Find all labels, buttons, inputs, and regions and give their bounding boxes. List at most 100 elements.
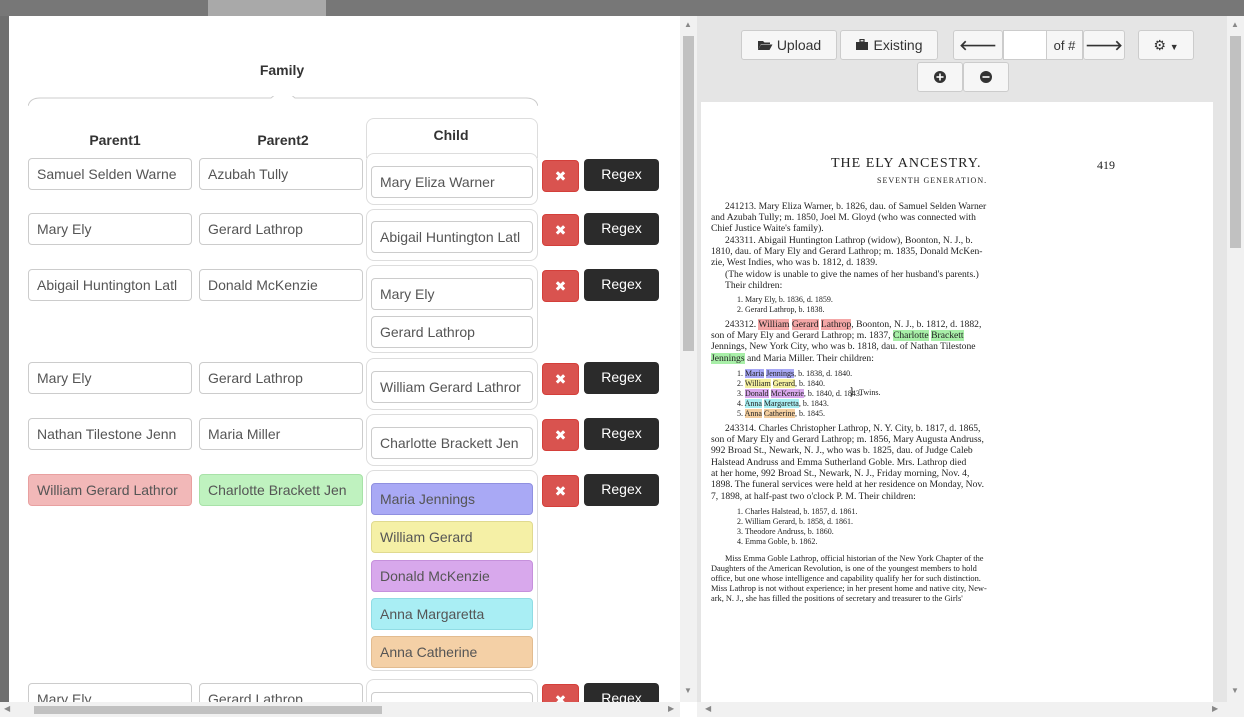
parent1-field[interactable]: Nathan Tilestone Jenn xyxy=(28,418,192,450)
child-field[interactable]: Anna Catherine xyxy=(371,636,533,668)
scroll-down-icon[interactable]: ▼ xyxy=(1231,686,1239,695)
folder-open-icon xyxy=(757,41,773,50)
settings-dropdown[interactable]: ⚙ ▼ xyxy=(1138,30,1194,60)
regex-button[interactable]: Regex xyxy=(584,418,659,450)
doc-line: 1898. The funeral services were held at … xyxy=(711,479,984,490)
delete-row-button[interactable]: ✖ xyxy=(542,363,579,395)
child-group: Charlotte Brackett Jen xyxy=(366,414,538,466)
scroll-right-icon[interactable]: ▶ xyxy=(1212,704,1218,713)
top-tab-strip xyxy=(0,0,1244,16)
delete-row-button[interactable]: ✖ xyxy=(542,270,579,302)
child-field[interactable]: Gerard Lathrop xyxy=(371,316,533,348)
active-tab[interactable] xyxy=(208,0,326,16)
scroll-thumb[interactable] xyxy=(34,706,382,714)
doc-line: Their children: xyxy=(725,280,783,291)
next-page-button[interactable]: 🡒 xyxy=(1083,30,1125,60)
scroll-up-icon[interactable]: ▲ xyxy=(684,20,692,29)
doc-line: 1810, dau. of Mary Ely and Gerard Lathro… xyxy=(711,246,983,257)
horizontal-scrollbar[interactable]: ◀ ▶ xyxy=(0,702,680,717)
page-count-addon: of # xyxy=(1047,30,1083,60)
scroll-right-icon[interactable]: ▶ xyxy=(668,704,674,713)
regex-button[interactable]: Regex xyxy=(584,213,659,245)
zoom-out-button[interactable] xyxy=(963,62,1009,92)
scroll-thumb[interactable] xyxy=(683,36,694,351)
parent2-field[interactable]: Azubah Tully xyxy=(199,158,363,190)
viewer-vertical-scrollbar[interactable]: ▲ ▼ xyxy=(1227,16,1244,702)
parent2-field[interactable]: Gerard Lathrop xyxy=(199,683,363,702)
child-field[interactable]: Mary Ely xyxy=(371,278,533,310)
delete-row-button[interactable]: ✖ xyxy=(542,214,579,246)
scroll-left-icon[interactable]: ◀ xyxy=(4,704,10,713)
delete-row-button[interactable]: ✖ xyxy=(542,160,579,192)
child-group: Abigail Huntington Latl xyxy=(366,209,538,261)
regex-button[interactable]: Regex xyxy=(584,474,659,506)
doc-line: 3. Theodore Andruss, b. 1860. xyxy=(737,527,834,536)
prev-page-button[interactable]: 🡐 xyxy=(953,30,1003,60)
zoom-in-button[interactable] xyxy=(917,62,963,92)
child-field[interactable]: William Gerard Lathror xyxy=(371,371,533,403)
doc-line: 243314. Charles Christopher Lathrop, N. … xyxy=(725,423,981,434)
regex-button[interactable]: Regex xyxy=(584,362,659,394)
doc-line: Miss Emma Goble Lathrop, official histor… xyxy=(725,554,984,563)
scroll-up-icon[interactable]: ▲ xyxy=(1231,20,1239,29)
doc-line: son of Mary Ely and Gerard Lathrop; m. 1… xyxy=(711,434,984,445)
scroll-thumb[interactable] xyxy=(1230,36,1241,248)
delete-row-button[interactable]: ✖ xyxy=(542,475,579,507)
parent2-field[interactable]: Charlotte Brackett Jen xyxy=(199,474,363,506)
child-field[interactable]: Charlotte Brackett Jen xyxy=(371,427,533,459)
child-field[interactable]: Mary Eliza Warner xyxy=(371,166,533,198)
doc-line: 1. Charles Halstead, b. 1857, d. 1861. xyxy=(737,507,858,516)
doc-line: 2. Gerard Lathrop, b. 1838. xyxy=(737,305,825,314)
document-page: THE ELY ANCESTRY. 419 SEVENTH GENERATION… xyxy=(701,102,1213,702)
parent1-field[interactable]: Mary Ely xyxy=(28,362,192,394)
delete-row-button[interactable]: ✖ xyxy=(542,684,579,702)
panel-edge xyxy=(0,16,9,702)
child-field[interactable]: Maria Jennings xyxy=(371,483,533,515)
upload-label: Upload xyxy=(776,37,822,53)
child-field[interactable]: Abigail Huntington Latl xyxy=(371,221,533,253)
parent1-field[interactable]: Samuel Selden Warne xyxy=(28,158,192,190)
parent1-field[interactable]: Mary Ely xyxy=(28,213,192,245)
doc-line-highlighted: son of Mary Ely and Gerard Lathrop; m. 1… xyxy=(711,330,964,341)
parent2-field[interactable]: Gerard Lathrop xyxy=(199,213,363,245)
doc-line: office, but one whose intelligence and c… xyxy=(711,574,981,583)
child-field[interactable]: Anna Margaretta xyxy=(371,598,533,630)
scroll-left-icon[interactable]: ◀ xyxy=(705,704,711,713)
arrow-left-icon: 🡐 xyxy=(959,37,997,53)
doc-line: 2. William Gerard, b. 1858, d. 1861. xyxy=(737,517,853,526)
scroll-down-icon[interactable]: ▼ xyxy=(684,686,692,695)
parent2-field[interactable]: Gerard Lathrop xyxy=(199,362,363,394)
plus-circle-icon xyxy=(934,71,946,83)
family-title: Family xyxy=(259,62,305,78)
doc-line: zie, West Indies, who was b. 1812, d. 18… xyxy=(711,257,878,268)
doc-line: 4. Emma Goble, b. 1862. xyxy=(737,537,818,546)
vertical-scrollbar[interactable]: ▲ ▼ xyxy=(680,16,697,702)
child-group: Mary Ely Gerard Lathrop xyxy=(366,265,538,353)
doc-line: Daughters of the American Revolution, is… xyxy=(711,564,977,573)
viewer-horizontal-scrollbar[interactable]: ◀ ▶ xyxy=(697,702,1244,717)
page-number-input[interactable] xyxy=(1003,30,1047,60)
regex-button[interactable]: Regex xyxy=(584,159,659,191)
parent2-field[interactable]: Maria Miller xyxy=(199,418,363,450)
child-field[interactable]: Charles Christopher L xyxy=(371,692,533,702)
doc-page-number: 419 xyxy=(1097,158,1115,172)
document-viewer: Upload Existing 🡐 of # 🡒 ⚙ ▼ THE ELY ANC… xyxy=(697,16,1227,702)
doc-line: and Azubah Tully; m. 1850, Joel M. Gloyd… xyxy=(711,212,976,223)
regex-button[interactable]: Regex xyxy=(584,683,659,702)
parent2-field[interactable]: Donald McKenzie xyxy=(199,269,363,301)
regex-button[interactable]: Regex xyxy=(584,269,659,301)
delete-row-button[interactable]: ✖ xyxy=(542,419,579,451)
parent1-field[interactable]: Mary Ely xyxy=(28,683,192,702)
page-count-label: of # xyxy=(1053,38,1076,53)
doc-line: Miss Lathrop is not without experience; … xyxy=(711,584,987,593)
child-field[interactable]: Donald McKenzie xyxy=(371,560,533,592)
upload-button[interactable]: Upload xyxy=(741,30,837,60)
parent2-header: Parent2 xyxy=(257,132,309,148)
doc-line: 7, 1898, at half-past two o'clock P. M. … xyxy=(711,491,916,502)
existing-button[interactable]: Existing xyxy=(840,30,938,60)
doc-line: Halstead Andruss and Emma Sutherland Gob… xyxy=(711,457,967,468)
document-text: THE ELY ANCESTRY. 419 SEVENTH GENERATION… xyxy=(701,102,1213,702)
parent1-field[interactable]: Abigail Huntington Latl xyxy=(28,269,192,301)
child-field[interactable]: William Gerard xyxy=(371,521,533,553)
parent1-field[interactable]: William Gerard Lathror xyxy=(28,474,192,506)
